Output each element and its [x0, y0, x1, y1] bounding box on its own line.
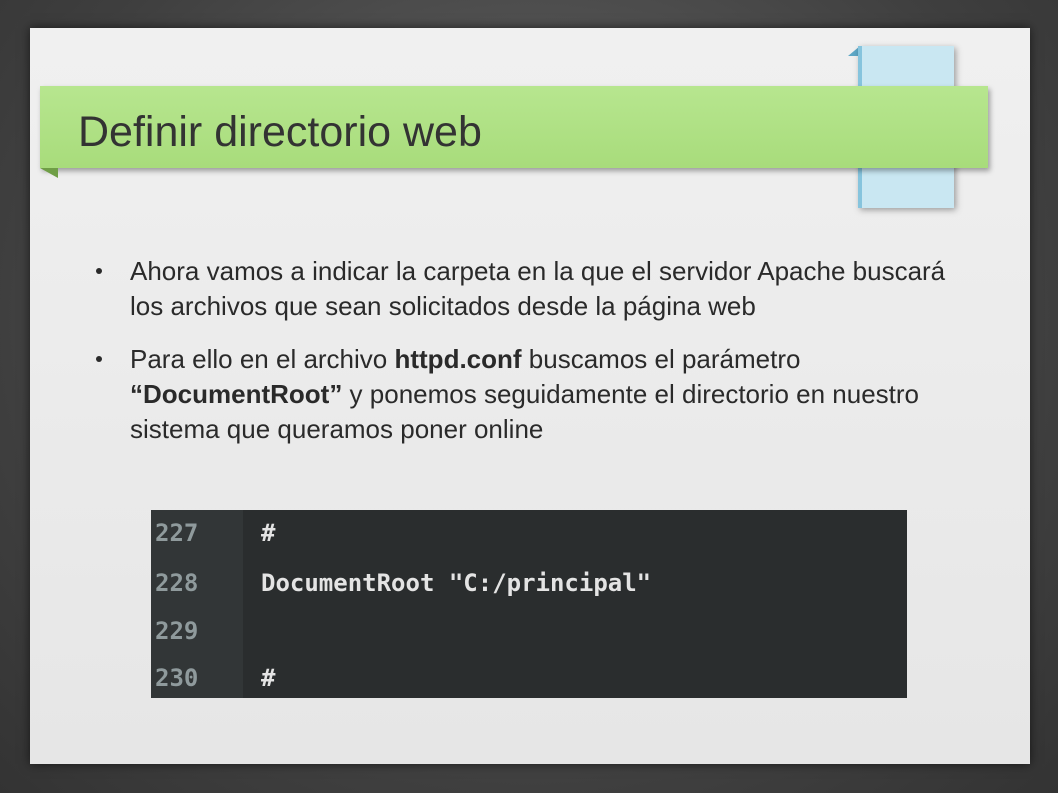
- code-text: DocumentRoot "C:/principal": [261, 569, 652, 597]
- parameter-highlight: “DocumentRoot”: [130, 379, 343, 409]
- bullet-dot-icon: [96, 268, 102, 274]
- bullet-item: Ahora vamos a indicar la carpeta en la q…: [96, 254, 976, 324]
- line-number: 228: [155, 569, 199, 597]
- filename-highlight: httpd.conf: [394, 344, 522, 374]
- code-line: 230 #: [151, 660, 907, 697]
- bullet-text-part: Para ello en el archivo: [130, 344, 395, 374]
- slide-title: Definir directorio web: [78, 108, 482, 156]
- code-text: #: [261, 664, 276, 692]
- bullet-text-part: Ahora vamos a indicar la carpeta en la q…: [130, 256, 946, 321]
- line-number: 230: [155, 664, 199, 692]
- code-line: 227 #: [151, 515, 907, 552]
- bullet-dot-icon: [96, 356, 102, 362]
- bullet-list: Ahora vamos a indicar la carpeta en la q…: [96, 254, 976, 465]
- bullet-text: Ahora vamos a indicar la carpeta en la q…: [130, 256, 945, 321]
- bullet-text: Para ello en el archivo httpd.conf busca…: [130, 344, 919, 444]
- code-text: #: [261, 519, 276, 547]
- code-line: 228 DocumentRoot "C:/principal": [151, 565, 907, 602]
- code-screenshot: 227 # 228 DocumentRoot "C:/principal" 22…: [151, 510, 907, 698]
- code-line: 229: [151, 613, 907, 650]
- line-number: 229: [155, 617, 199, 645]
- bullet-text-part: buscamos el parámetro: [521, 344, 801, 374]
- bullet-item: Para ello en el archivo httpd.conf busca…: [96, 342, 976, 447]
- line-number: 227: [155, 519, 199, 547]
- title-banner-fold: [40, 168, 58, 178]
